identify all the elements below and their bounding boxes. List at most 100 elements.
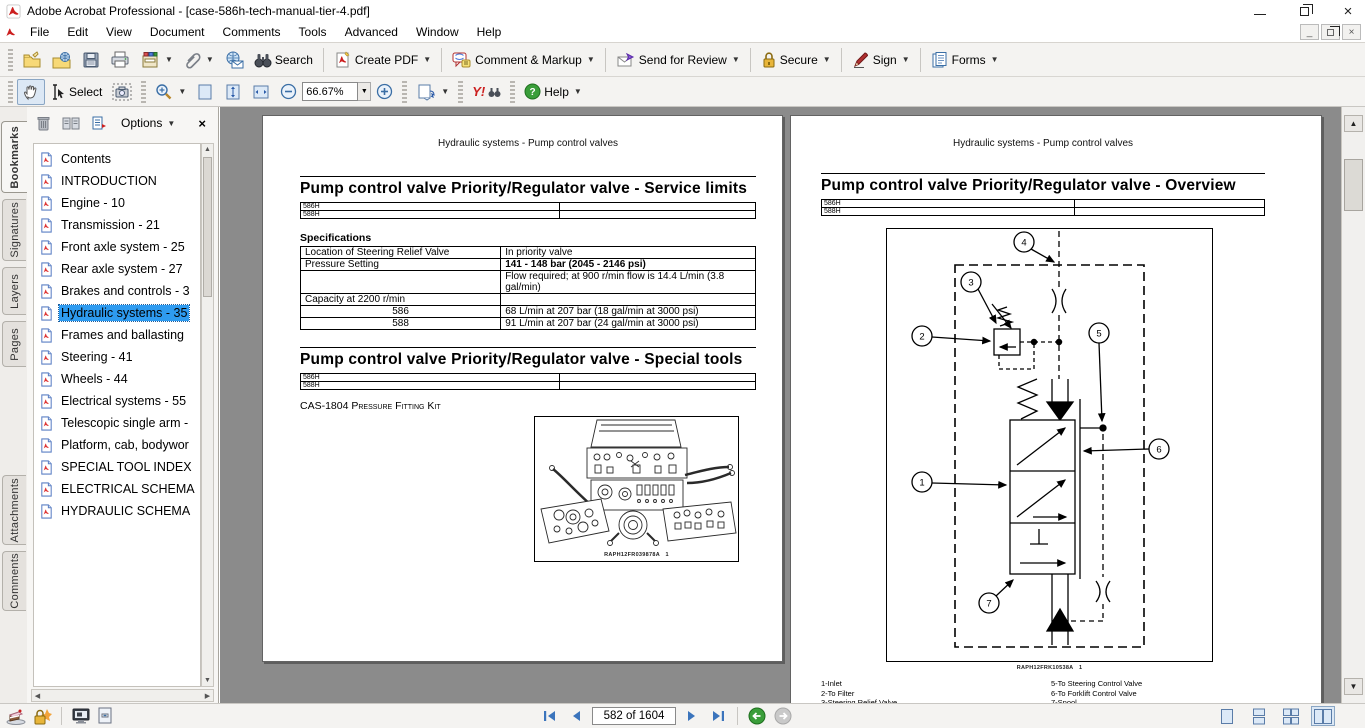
scroll-left-icon[interactable]: ◀ — [32, 690, 43, 701]
bookmark-item[interactable]: Hydraulic systems - 35 — [34, 302, 200, 324]
bookmark-item[interactable]: SPECIAL TOOL INDEX — [34, 456, 200, 478]
bookmark-item[interactable]: INTRODUCTION — [34, 170, 200, 192]
zoom-tool-button[interactable]: ▼ — [150, 79, 191, 105]
select-tool-button[interactable]: Select — [45, 79, 107, 105]
fit-width-button[interactable] — [247, 79, 275, 105]
hand-tool-button[interactable] — [17, 79, 45, 105]
search-button[interactable]: Search — [249, 47, 318, 73]
bookmark-item[interactable]: Contents — [34, 148, 200, 170]
scroll-down-button[interactable]: ▼ — [1344, 678, 1363, 695]
previous-view-button[interactable] — [747, 707, 767, 725]
facing-button[interactable] — [1311, 706, 1335, 726]
forms-button[interactable]: Forms▼ — [926, 47, 1004, 73]
menu-item[interactable]: Comments — [214, 23, 290, 41]
zoom-out-button[interactable] — [275, 79, 302, 105]
restore-button[interactable] — [1295, 3, 1313, 19]
save-button[interactable] — [77, 47, 105, 73]
menu-item[interactable]: Document — [141, 23, 214, 41]
delete-bookmark-button[interactable] — [33, 113, 53, 133]
menu-item[interactable]: Tools — [290, 23, 336, 41]
zoom-in-button[interactable] — [371, 79, 398, 105]
minimize-button[interactable] — [1251, 3, 1269, 19]
bookmark-item[interactable]: Frames and ballasting — [34, 324, 200, 346]
print-button[interactable] — [105, 47, 135, 73]
email-button[interactable] — [219, 47, 249, 73]
fit-page-button[interactable] — [191, 79, 219, 105]
page-mode-icon[interactable] — [97, 707, 113, 725]
page-number-input[interactable] — [592, 707, 676, 725]
bookmark-item[interactable]: HYDRAULIC SCHEMA — [34, 500, 200, 522]
doc-close-button[interactable]: × — [1342, 24, 1361, 40]
bookmarks-horizontal-scrollbar[interactable]: ◀ ▶ — [31, 689, 214, 702]
toolbar-grip[interactable] — [141, 81, 146, 103]
doc-minimize-button[interactable]: _ — [1300, 24, 1319, 40]
bookmark-item[interactable]: ELECTRICAL SCHEMA — [34, 478, 200, 500]
scrollbar-thumb[interactable] — [1344, 159, 1363, 211]
menu-item[interactable]: Edit — [58, 23, 97, 41]
continuous-facing-button[interactable] — [1279, 706, 1303, 726]
close-button[interactable]: × — [1339, 3, 1357, 19]
tab-attachments[interactable]: Attachments — [2, 475, 26, 545]
doc-restore-button[interactable] — [1321, 24, 1340, 40]
bookmark-item[interactable]: Telescopic single arm - — [34, 412, 200, 434]
page-display-button[interactable]: ▼ — [411, 79, 454, 105]
bookmarks-options-button[interactable]: Options▼ — [117, 114, 179, 132]
fit-height-button[interactable] — [219, 79, 247, 105]
attach-button[interactable]: ▼ — [178, 47, 219, 73]
first-page-button[interactable] — [540, 707, 560, 725]
tab-layers[interactable]: Layers — [2, 267, 26, 315]
toolbar-grip[interactable] — [510, 81, 515, 103]
zoom-level-input[interactable] — [302, 82, 358, 101]
continuous-button[interactable] — [1247, 706, 1271, 726]
open-web-page-button[interactable] — [47, 47, 77, 73]
bookmarks-vertical-scrollbar[interactable]: ▲ ▼ — [201, 143, 214, 687]
sign-button[interactable]: Sign▼ — [847, 47, 915, 73]
scroll-up-button[interactable]: ▲ — [1344, 115, 1363, 132]
open-button[interactable] — [17, 47, 47, 73]
comment-markup-button[interactable]: Comment & Markup▼ — [447, 47, 600, 73]
bookmark-item[interactable]: Steering - 41 — [34, 346, 200, 368]
tab-signatures[interactable]: Signatures — [2, 199, 26, 261]
previous-page-button[interactable] — [566, 707, 586, 725]
secure-button[interactable]: Secure▼ — [756, 47, 836, 73]
new-bookmark-button[interactable] — [89, 113, 109, 133]
toolbar-grip[interactable] — [8, 49, 13, 71]
help-button[interactable]: ?Help▼ — [519, 79, 587, 105]
tab-bookmarks[interactable]: Bookmarks — [1, 121, 27, 193]
toolbar-grip[interactable] — [8, 81, 13, 103]
toolbar-grip[interactable] — [458, 81, 463, 103]
scroll-down-icon[interactable]: ▼ — [202, 675, 213, 686]
bookmark-item[interactable]: Rear axle system - 27 — [34, 258, 200, 280]
menu-item[interactable]: Help — [468, 23, 511, 41]
document-area[interactable]: Hydraulic systems - Pump control valves … — [220, 107, 1341, 703]
bookmark-item[interactable]: Transmission - 21 — [34, 214, 200, 236]
bookmark-item[interactable]: Brakes and controls - 3 — [34, 280, 200, 302]
menu-item[interactable]: Advanced — [336, 23, 407, 41]
panel-close-button[interactable]: × — [192, 116, 212, 131]
toolbar-grip[interactable] — [402, 81, 407, 103]
bookmark-item[interactable]: Platform, cab, bodywor — [34, 434, 200, 456]
expand-current-bookmark-button[interactable] — [61, 113, 81, 133]
bookmark-item[interactable]: Electrical systems - 55 — [34, 390, 200, 412]
tab-pages[interactable]: Pages — [2, 321, 26, 367]
next-view-button[interactable] — [773, 707, 793, 725]
zoom-dropdown-button[interactable]: ▼ — [358, 82, 371, 101]
menu-item[interactable]: Window — [407, 23, 468, 41]
single-page-button[interactable] — [1215, 706, 1239, 726]
last-page-button[interactable] — [708, 707, 728, 725]
tab-comments[interactable]: Comments — [2, 551, 26, 611]
scrollbar-thumb[interactable] — [203, 157, 212, 297]
menu-item[interactable]: File — [21, 23, 58, 41]
yahoo-search-button[interactable]: Y! — [467, 79, 506, 105]
next-page-button[interactable] — [682, 707, 702, 725]
scroll-up-icon[interactable]: ▲ — [202, 144, 213, 155]
bookmark-item[interactable]: Wheels - 44 — [34, 368, 200, 390]
create-pdf-button[interactable]: Create PDF▼ — [329, 47, 436, 73]
document-vertical-scrollbar[interactable]: ▲ ▼ — [1341, 107, 1365, 703]
bookmark-item[interactable]: Front axle system - 25 — [34, 236, 200, 258]
send-for-review-button[interactable]: Send for Review▼ — [611, 47, 745, 73]
menu-item[interactable]: View — [97, 23, 141, 41]
scroll-right-icon[interactable]: ▶ — [202, 690, 213, 701]
screen-mode-icon[interactable] — [71, 707, 91, 725]
organizer-button[interactable]: ▼ — [135, 47, 178, 73]
